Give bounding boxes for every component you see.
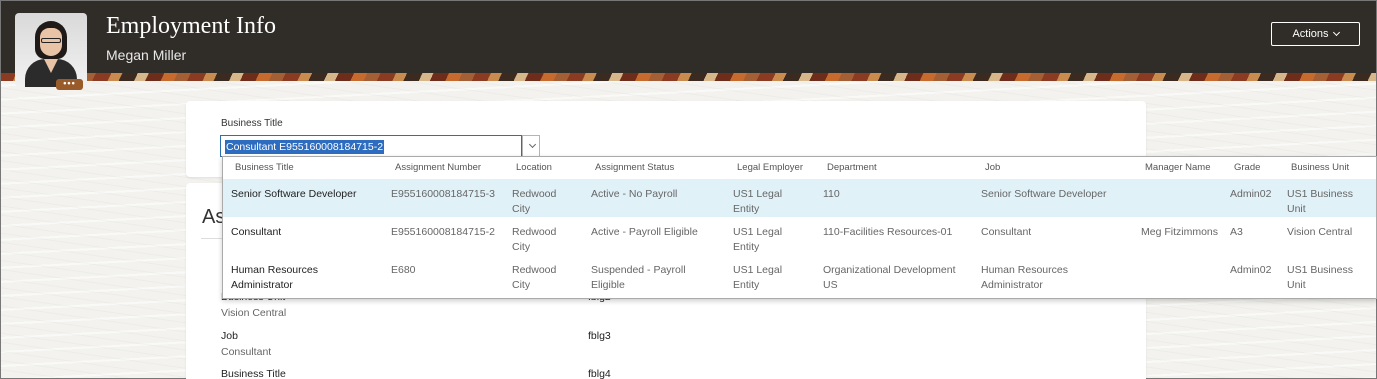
flex-field-label: fblg3 <box>588 330 611 342</box>
column-header: Manager Name <box>1145 162 1211 173</box>
dropdown-option-row[interactable]: Consultant E955160008184715-2 Redwood Ci… <box>223 217 1376 255</box>
cell-assignment-number: E955160008184715-2 <box>391 226 495 238</box>
column-header: Job <box>985 162 1001 173</box>
flex-field-label: fblg4 <box>588 368 611 379</box>
business-unit-value: Vision Central <box>221 307 287 319</box>
cell-location: Redwood City <box>512 226 557 253</box>
page-header: Employment Info Megan Miller Actions <box>1 1 1376 81</box>
business-title-label: Business Title <box>221 118 283 129</box>
column-header: Legal Employer <box>737 162 804 173</box>
avatar[interactable] <box>15 13 87 87</box>
combobox-dropdown-button[interactable] <box>522 135 540 157</box>
cell-grade: Admin02 <box>1230 264 1272 276</box>
dropdown-header-row: Business Title Assignment Number Locatio… <box>223 157 1376 179</box>
column-header: Business Title <box>235 162 294 173</box>
cell-assignment-status: Active - Payroll Eligible <box>591 226 698 238</box>
cell-business-title: Consultant <box>231 226 282 238</box>
actions-menu-button[interactable]: Actions <box>1271 22 1360 46</box>
avatar-more-button[interactable]: ••• <box>56 79 83 90</box>
page-title: Employment Info <box>106 13 276 39</box>
person-name: Megan Miller <box>106 47 187 63</box>
cell-legal-employer: US1 Legal Entity <box>733 188 783 215</box>
cell-department: 110 <box>823 188 840 200</box>
business-title-dropdown-list: Business Title Assignment Number Locatio… <box>222 156 1377 299</box>
cell-business-unit: US1 Business Unit <box>1287 264 1353 291</box>
cell-department: Organizational Development US <box>823 264 956 291</box>
column-header: Assignment Number <box>395 162 482 173</box>
job-value: Consultant <box>221 346 272 358</box>
cell-location: Redwood City <box>512 264 557 291</box>
cell-business-title: Senior Software Developer <box>231 188 357 200</box>
cell-business-title: Human Resources Administrator <box>231 264 318 291</box>
dropdown-option-row[interactable]: Senior Software Developer E9551600081847… <box>223 179 1376 217</box>
cell-assignment-number: E955160008184715-3 <box>391 188 495 200</box>
actions-label: Actions <box>1292 28 1329 40</box>
chevron-down-icon <box>528 140 536 149</box>
dropdown-option-row[interactable]: Human Resources Administrator E680 Redwo… <box>223 255 1376 293</box>
cell-manager-name: Meg Fitzimmons <box>1141 226 1219 238</box>
cell-job: Human Resources Administrator <box>981 264 1068 291</box>
cell-department: 110-Facilities Resources-01 <box>823 226 953 238</box>
cell-business-unit: US1 Business Unit <box>1287 188 1353 215</box>
cell-grade: A3 <box>1230 226 1243 238</box>
column-header: Assignment Status <box>595 162 675 173</box>
column-header: Business Unit <box>1291 162 1350 173</box>
cell-legal-employer: US1 Legal Entity <box>733 226 783 253</box>
cell-assignment-number: E680 <box>391 264 416 276</box>
cell-business-unit: Vision Central <box>1287 226 1353 238</box>
cell-job: Senior Software Developer <box>981 188 1107 200</box>
cell-job: Consultant <box>981 226 1032 238</box>
cell-grade: Admin02 <box>1230 188 1272 200</box>
header-decorative-stripe <box>1 73 1376 81</box>
business-title-info-label: Business Title <box>221 368 286 379</box>
column-header: Grade <box>1234 162 1261 173</box>
cell-location: Redwood City <box>512 188 557 215</box>
business-title-combobox-input[interactable]: Consultant E955160008184715-2 <box>220 135 522 157</box>
chevron-down-icon <box>1332 28 1340 37</box>
column-header: Department <box>827 162 877 173</box>
cell-legal-employer: US1 Legal Entity <box>733 264 783 291</box>
cell-assignment-status: Active - No Payroll <box>591 188 678 200</box>
job-label: Job <box>221 330 238 342</box>
cell-assignment-status: Suspended - Payroll Eligible <box>591 264 686 291</box>
column-header: Location <box>516 162 552 173</box>
selected-text: Consultant E955160008184715-2 <box>225 140 385 154</box>
